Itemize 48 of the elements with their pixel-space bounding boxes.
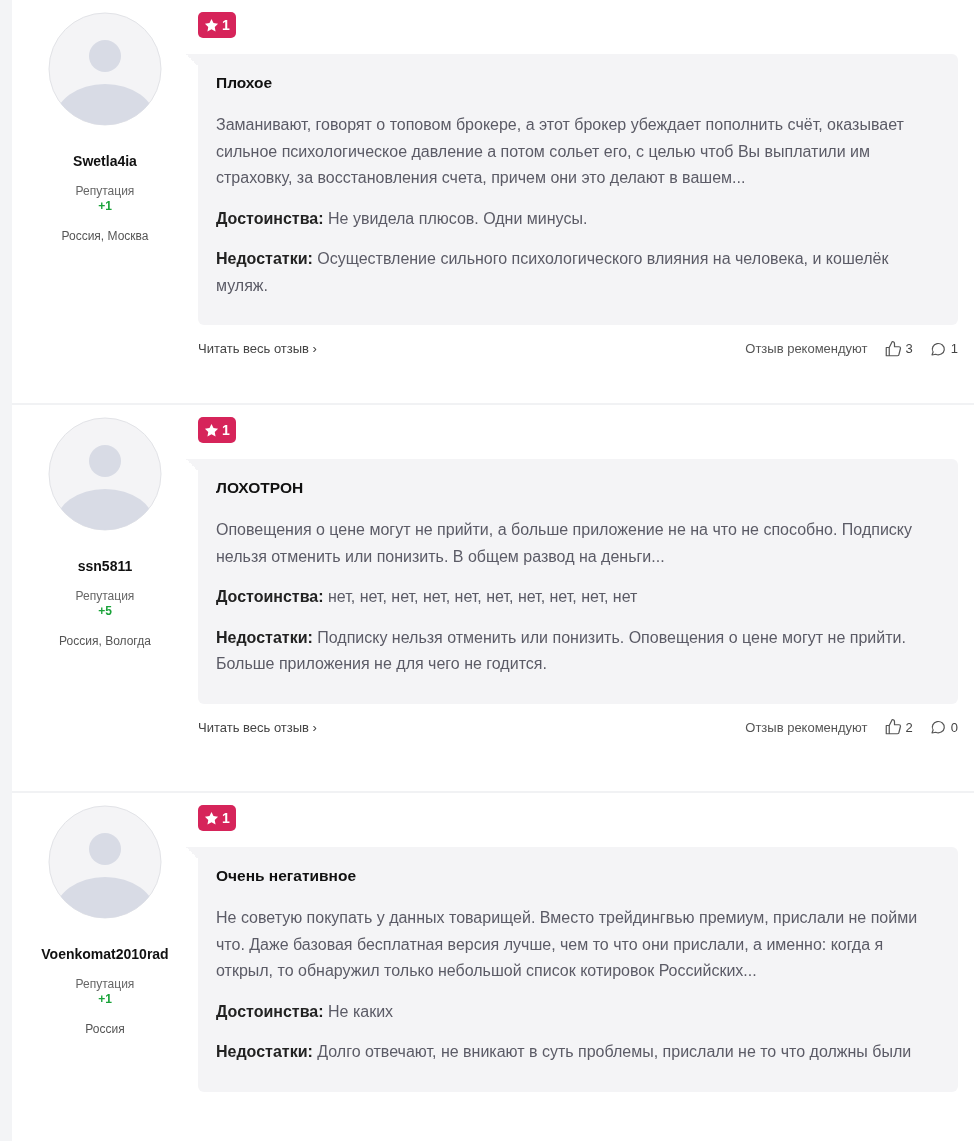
recommend-label: Отзыв рекомендуют bbox=[745, 340, 868, 358]
pros-text: Достоинства: нет, нет, нет, нет, нет, нет, нет, нет, нет, нет bbox=[216, 587, 639, 607]
like-button[interactable]: 2 bbox=[883, 717, 913, 737]
reputation-label: Репутация bbox=[74, 184, 136, 199]
review-title: ЛОХОТРОН bbox=[216, 477, 305, 498]
review-text: Заманивают, говорят о топовом брокере, а этот брокер убеждает пополнить счёт, оказывает сильное психологическое давление а потом сольет его, с целью чтоб Вы выплатили им страховку, за восстановления счета, причем они это делают в вашем... bbox=[216, 115, 905, 188]
rating-badge: 1 bbox=[198, 417, 236, 443]
avatar-icon bbox=[48, 417, 162, 531]
location-text: Россия, Москва bbox=[60, 227, 150, 245]
comment-button[interactable]: 0 bbox=[928, 717, 958, 737]
author-name[interactable]: Swetla4ia bbox=[12, 152, 198, 171]
review-title: Очень негативное bbox=[216, 865, 358, 886]
like-count: 3 bbox=[905, 340, 913, 358]
star-icon bbox=[204, 422, 219, 438]
star-icon bbox=[204, 17, 219, 33]
read-more-link[interactable]: Читать весь отзыв › bbox=[198, 339, 317, 359]
reputation-label: Репутация bbox=[74, 977, 136, 992]
read-more-link[interactable]: Читать весь отзыв › bbox=[198, 717, 317, 737]
reputation-label: Репутация bbox=[74, 589, 136, 604]
review-text: Не советую покупать у данных товарищей. Вместо трейдингвью премиум, прислали не пойми что. Даже базовая бесплатная версия лучше, чем то что они прислали, а именно: когда я открыл, то обнаружил только небольшой список котировок Российских... bbox=[216, 908, 919, 981]
cons-text: Недостатки: Долго отвечают, не вникают в суть проблемы, прислали не то что должны были bbox=[216, 1042, 913, 1062]
location-text: Россия bbox=[84, 1020, 126, 1038]
reputation-value: +5 bbox=[97, 603, 113, 618]
avatar-icon bbox=[48, 12, 162, 126]
rating-badge: 1 bbox=[198, 805, 236, 831]
star-icon bbox=[204, 810, 219, 826]
like-count: 2 bbox=[905, 718, 913, 737]
review-text: Оповещения о цене могут не прийти, а больше приложение не на что не способно. Подписку нельзя отменить или понизить. В общем развод на деньги... bbox=[216, 520, 913, 567]
thumbs-up-icon bbox=[883, 718, 902, 737]
author-name[interactable]: Voenkomat2010rad bbox=[12, 945, 198, 964]
comment-count: 0 bbox=[950, 718, 958, 737]
pros-text: Достоинства: Не увидела плюсов. Одни минусы. bbox=[216, 208, 589, 229]
location-text: Россия, Вологда bbox=[58, 632, 152, 650]
comment-button[interactable]: 1 bbox=[928, 339, 958, 359]
recommend-label: Отзыв рекомендуют bbox=[745, 718, 868, 737]
avatar-icon bbox=[48, 805, 162, 919]
reputation-value: +1 bbox=[97, 991, 113, 1006]
rating-badge: 1 bbox=[198, 12, 236, 38]
pros-text: Достоинства: Не каких bbox=[216, 1001, 395, 1022]
comment-icon bbox=[928, 718, 947, 737]
review-title: Плохое bbox=[216, 72, 274, 93]
cons-text: Недостатки: Подписку нельзя отменить или понизить. Оповещения о цене могут не прийти. Больше приложения не для чего не годится. bbox=[216, 627, 907, 674]
author-name[interactable]: ssn5811 bbox=[12, 557, 198, 576]
cons-text: Недостатки: Осуществление сильного психологического влияния на человека, и кошелёк муляж. bbox=[216, 249, 890, 296]
like-button[interactable]: 3 bbox=[883, 339, 913, 359]
reputation-value: +1 bbox=[97, 198, 113, 213]
thumbs-up-icon bbox=[883, 339, 902, 358]
comment-count: 1 bbox=[950, 340, 958, 358]
